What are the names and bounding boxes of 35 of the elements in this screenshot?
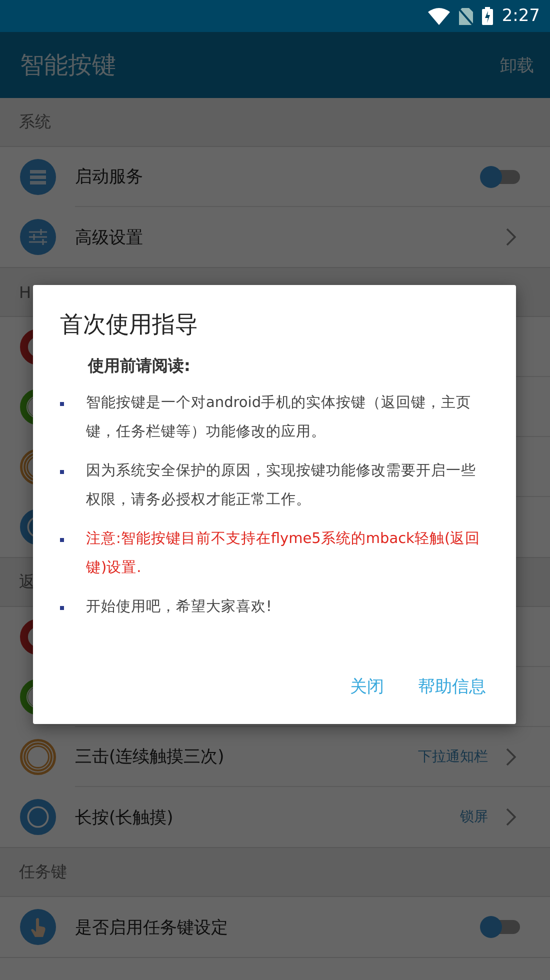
guide-text: 开始使用吧，希望大家喜欢! [86,598,272,617]
battery-charging-icon [482,7,493,25]
chevron-right-icon[interactable] [506,748,516,766]
warning-text: 注意:智能按键目前不支持在flyme5系统的mback轻触(返回键)设置. [86,530,482,578]
app-title: 智能按键 [20,50,116,81]
setting-label: 三击(连续触摸三次) [75,746,224,768]
hand-icon [20,909,56,945]
setting-value: 锁屏 [460,808,488,826]
setting-value: 下拉通知栏 [418,748,488,766]
wifi-icon [428,8,450,24]
ring-icon [20,329,33,365]
guide-text: 智能按键是一个对android手机的实体按键（返回键，主页键，任务栏键等）功能修改的应用。 [86,394,472,442]
setting-label: 长按(长触摸) [75,806,174,828]
bullet-icon [60,606,64,610]
setting-label: 是否启用任务键设定 [75,916,228,938]
chevron-right-icon[interactable] [506,228,516,246]
bullet-icon [60,402,64,406]
bullet-icon [60,470,64,474]
guide-text: 因为系统安全保护的原因，实现按键功能修改需要开启一些权限，请务必授权才能正常工作。 [86,462,477,510]
list-icon [20,159,56,195]
no-sim-icon [458,8,473,24]
dialog-button[interactable]: 帮助信息 [414,668,490,704]
setting-label: 高级设置 [75,226,143,248]
chevron-right-icon[interactable] [506,808,516,826]
concentric-rings-icon [20,739,56,775]
clock-time: 2:27 [502,6,540,26]
ring-icon [20,799,56,835]
bullet-icon [60,538,64,542]
sliders-icon [20,219,56,255]
dialog-title: 首次使用指导 [60,311,199,340]
dialog-button[interactable]: 关闭 [346,668,388,704]
setting-label: 启动服务 [75,166,143,188]
uninstall-button[interactable]: 卸载 [496,50,538,80]
ring-icon [20,619,33,655]
dialog-subtitle: 使用前请阅读: [86,356,192,377]
